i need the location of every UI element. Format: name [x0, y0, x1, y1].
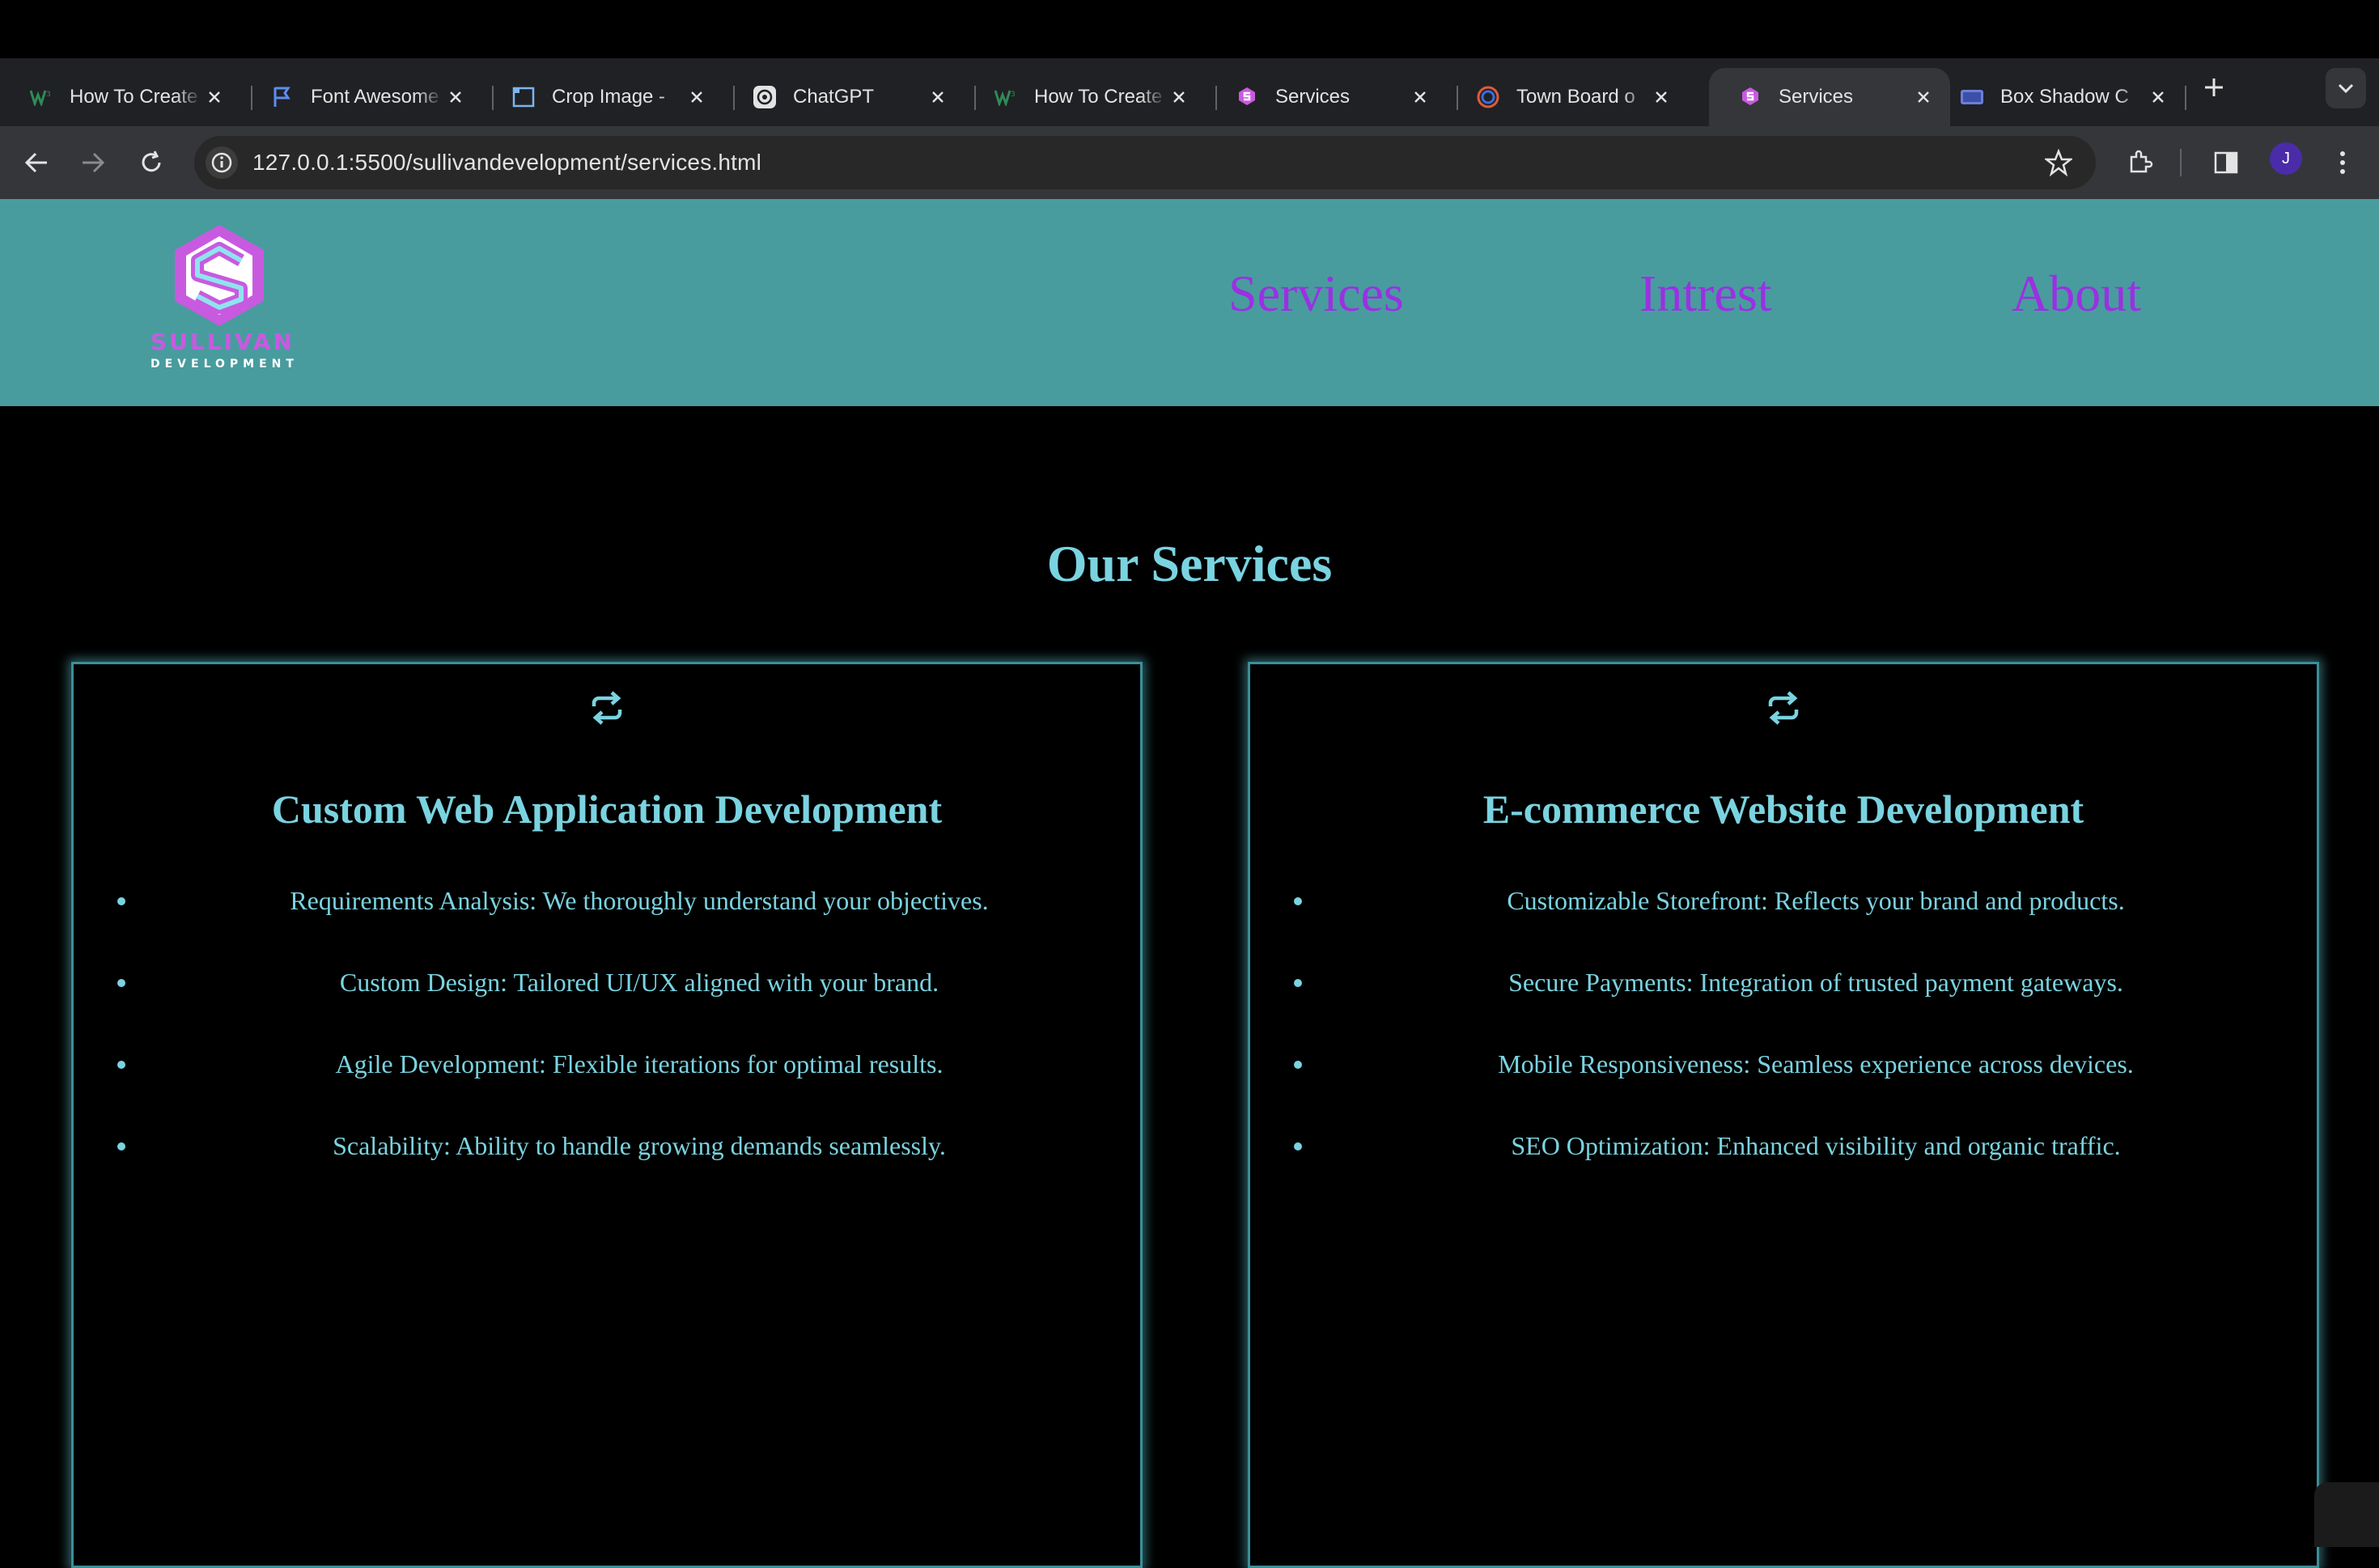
site-header: SULLIVAN DEVELOPMENT Services Intrest Ab…: [0, 199, 2379, 406]
tab-town-board[interactable]: Town Board o: [1447, 68, 1688, 126]
sullivan-favicon: [1738, 85, 1762, 109]
tab-crop-image[interactable]: Crop Image -: [482, 68, 723, 126]
tab-divider: [2185, 86, 2186, 110]
forward-arrow-icon[interactable]: [73, 142, 113, 183]
profile-avatar[interactable]: J: [2270, 142, 2302, 175]
tab-bar: 3 How To Create Font Awesome Crop Image …: [0, 58, 2379, 126]
nav-link-about[interactable]: About: [2012, 264, 2141, 324]
tab-box-shadow[interactable]: Box Shadow C: [1931, 68, 2185, 126]
side-panel-icon[interactable]: [2206, 142, 2246, 183]
list-item-text: Custom Design: Tailored UI/UX aligned wi…: [339, 968, 939, 997]
tab-title: Box Shadow C: [2000, 86, 2129, 108]
tab-title: Town Board o: [1516, 86, 1635, 108]
tab-services-active[interactable]: Services: [1709, 68, 1950, 126]
close-tab-icon[interactable]: [1408, 85, 1432, 109]
bookmark-star-icon[interactable]: [2042, 146, 2075, 179]
list-item-text: Scalability: Ability to handle growing d…: [333, 1131, 946, 1160]
page-title: Our Services: [1046, 535, 1333, 592]
card-title: Custom Web Application Development: [271, 786, 943, 832]
close-tab-icon[interactable]: [926, 85, 950, 109]
service-feature-list: Customizable Storefront: Reflects your b…: [1250, 883, 2317, 1210]
service-card-ecommerce: E-commerce Website Development Customiza…: [1248, 662, 2319, 1568]
tab-how-to-create-2[interactable]: 3 How To Create: [965, 68, 1206, 126]
list-item-text: Agile Development: Flexible iterations f…: [335, 1049, 944, 1079]
hexagon-s-logo-icon: [175, 225, 264, 326]
tab-how-to-create-1[interactable]: 3 How To Create: [0, 68, 241, 126]
bullet-dot-icon: [1294, 897, 1302, 905]
url-text[interactable]: 127.0.0.1:5500/sullivandevelopment/servi…: [252, 150, 761, 176]
tab-services-1[interactable]: Services: [1206, 68, 1447, 126]
tab-title: ChatGPT: [793, 86, 875, 108]
browser-menu-icon[interactable]: [2322, 142, 2363, 183]
close-tab-icon[interactable]: [202, 85, 227, 109]
bullet-dot-icon: [117, 1142, 125, 1151]
chatgpt-icon: [753, 85, 777, 109]
bullet-dot-icon: [117, 1061, 125, 1069]
town-board-icon: [1476, 85, 1500, 109]
list-item: Customizable Storefront: Reflects your b…: [1250, 883, 2317, 964]
site-info-icon[interactable]: [206, 146, 238, 179]
close-tab-icon[interactable]: [443, 85, 468, 109]
bullet-dot-icon: [117, 897, 125, 905]
floating-corner-widget[interactable]: [2314, 1482, 2379, 1547]
nav-link-services[interactable]: Services: [1228, 264, 1404, 324]
svg-text:3: 3: [46, 91, 51, 99]
close-tab-icon[interactable]: [1167, 85, 1191, 109]
tab-title: Services: [1275, 86, 1351, 108]
tab-search-chevron-icon[interactable]: [2326, 68, 2366, 108]
tab-title: How To Create: [1034, 86, 1163, 108]
flag-icon: [270, 85, 295, 109]
service-card-web-app: Custom Web Application Development Requi…: [71, 662, 1143, 1568]
list-item-text: Requirements Analysis: We thoroughly und…: [290, 886, 989, 915]
list-item-text: SEO Optimization: Enhanced visibility an…: [1511, 1131, 2121, 1160]
tab-title: Crop Image -: [552, 86, 666, 108]
tab-title: Font Awesome: [311, 86, 439, 108]
nav-link-intrest[interactable]: Intrest: [1639, 264, 1772, 324]
extensions-puzzle-icon[interactable]: [2120, 142, 2161, 183]
toolbar-divider: [2180, 149, 2182, 176]
close-tab-icon[interactable]: [2146, 85, 2170, 109]
tab-font-awesome[interactable]: Font Awesome: [241, 68, 482, 126]
close-tab-icon[interactable]: [685, 85, 709, 109]
close-tab-icon[interactable]: [1649, 85, 1673, 109]
tab-title: Services: [1779, 86, 1854, 108]
sullivan-logo[interactable]: SULLIVAN DEVELOPMENT: [151, 223, 299, 377]
list-item-text: Mobile Responsiveness: Seamless experien…: [1498, 1049, 2134, 1079]
new-tab-icon[interactable]: [2196, 70, 2232, 105]
logo-word-development: DEVELOPMENT: [151, 358, 299, 371]
bullet-dot-icon: [1294, 979, 1302, 987]
browser-toolbar: 127.0.0.1:5500/sullivandevelopment/servi…: [0, 126, 2379, 200]
tab-title: How To Create: [70, 86, 198, 108]
tab-chatgpt[interactable]: ChatGPT: [723, 68, 965, 126]
reload-icon[interactable]: [131, 142, 172, 183]
list-item-text: Customizable Storefront: Reflects your b…: [1507, 886, 2125, 915]
bullet-dot-icon: [1294, 1061, 1302, 1069]
list-item: Requirements Analysis: We thoroughly und…: [74, 883, 1140, 964]
list-item: Custom Design: Tailored UI/UX aligned wi…: [74, 964, 1140, 1046]
list-item: SEO Optimization: Enhanced visibility an…: [1250, 1128, 2317, 1210]
logo-word-sullivan: SULLIVAN: [151, 328, 295, 355]
sync-icon: [1250, 690, 2317, 726]
w-logo-icon: 3: [29, 85, 53, 109]
list-item-text: Secure Payments: Integration of trusted …: [1508, 968, 2123, 997]
w-logo-icon: 3: [994, 85, 1018, 109]
svg-text:3: 3: [1011, 91, 1016, 99]
address-bar[interactable]: 127.0.0.1:5500/sullivandevelopment/servi…: [194, 136, 2096, 189]
bullet-dot-icon: [117, 979, 125, 987]
sullivan-favicon: [1235, 85, 1259, 109]
service-feature-list: Requirements Analysis: We thoroughly und…: [74, 883, 1140, 1210]
card-title: E-commerce Website Development: [1482, 786, 2084, 832]
back-arrow-icon[interactable]: [16, 142, 57, 183]
bullet-dot-icon: [1294, 1142, 1302, 1151]
list-item: Secure Payments: Integration of trusted …: [1250, 964, 2317, 1046]
list-item: Mobile Responsiveness: Seamless experien…: [1250, 1046, 2317, 1128]
sync-icon: [74, 690, 1140, 726]
list-item: Agile Development: Flexible iterations f…: [74, 1046, 1140, 1128]
list-item: Scalability: Ability to handle growing d…: [74, 1128, 1140, 1210]
box-shadow-icon: [1960, 85, 1984, 109]
crop-icon: [511, 85, 536, 109]
